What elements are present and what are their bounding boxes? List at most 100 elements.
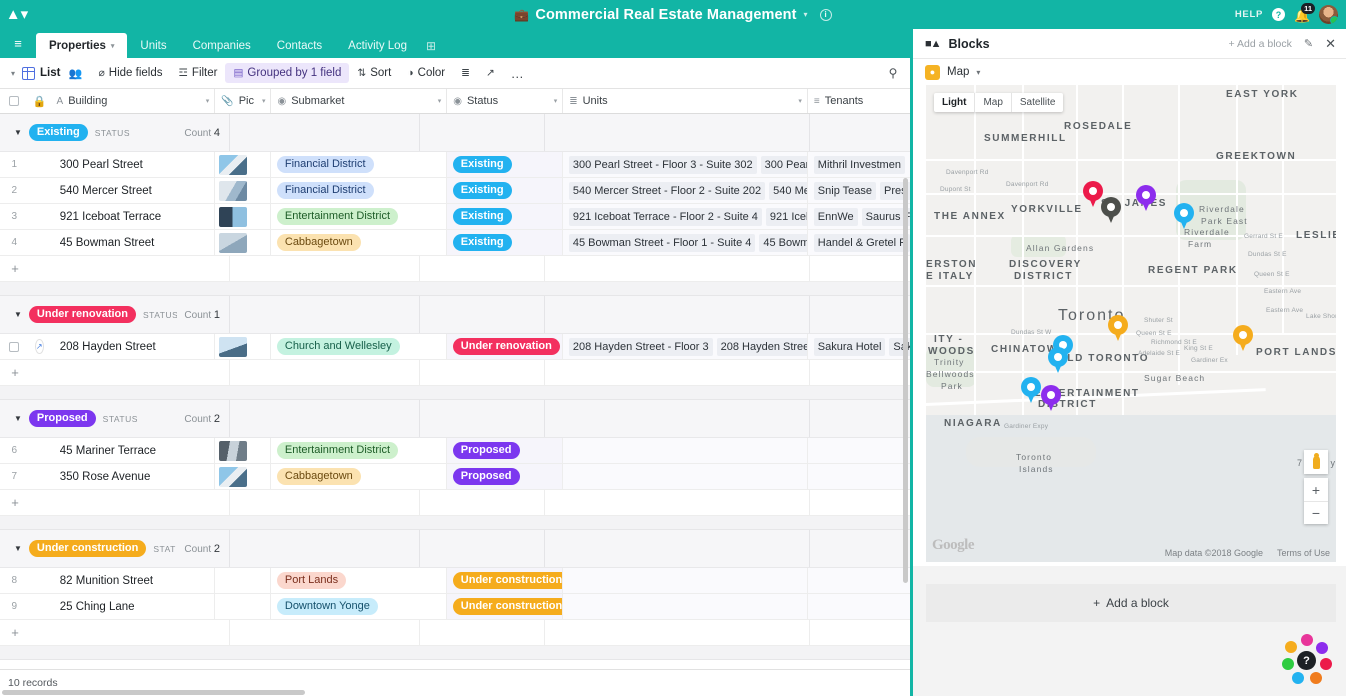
cell-status[interactable]: Proposed	[446, 438, 563, 463]
table-row[interactable]: 6 45 Mariner Terrace Entertainment Distric…	[0, 438, 910, 464]
cell-submarket[interactable]: Downtown Yonge	[271, 594, 447, 619]
cell-building[interactable]: 540 Mercer Street	[50, 178, 215, 203]
table-row[interactable]: 8 82 Munition Street Port Lands Under const…	[0, 568, 910, 594]
terms-of-use-link[interactable]: Terms of Use	[1277, 548, 1330, 558]
unit-chip[interactable]: 45 Bowman Street - Floor 1 - Suite 4	[568, 233, 756, 252]
cell-units[interactable]	[562, 464, 808, 489]
info-icon[interactable]: i	[819, 8, 832, 21]
column-header-units[interactable]: ≣ Units ▾	[563, 89, 808, 113]
unit-chip[interactable]: 921 Iceboat Terrace - Floor 2 - Suite 4	[568, 207, 762, 226]
collapse-sidebar-caret-icon[interactable]: ▾	[6, 69, 22, 78]
cell-building[interactable]: 25 Ching Lane	[50, 594, 215, 619]
cell-building[interactable]: 45 Bowman Street	[50, 230, 215, 255]
column-header-building[interactable]: A Building ▾	[50, 89, 216, 113]
tab-companies[interactable]: Companies	[180, 33, 264, 58]
cell-submarket[interactable]: Financial District	[271, 152, 447, 177]
tenant-chip[interactable]: Handel & Gretel P	[813, 233, 910, 252]
tab-activity-log[interactable]: Activity Log	[335, 33, 420, 58]
thumbnail-image[interactable]	[218, 336, 247, 357]
close-icon[interactable]: ✕	[1325, 36, 1336, 52]
table-row[interactable]: 2 540 Mercer Street Financial District Exis…	[0, 178, 910, 204]
group-collapse-icon[interactable]: ▼	[14, 414, 22, 423]
cell-pic[interactable]	[215, 178, 271, 203]
search-button[interactable]: ⚲	[876, 66, 910, 80]
unit-chip[interactable]: 300 Pearl Street - Floor 3 - Suite 302	[568, 155, 757, 174]
cell-building[interactable]: 208 Hayden Street	[50, 334, 215, 359]
cell-units[interactable]	[562, 594, 808, 619]
table-row[interactable]: ↗ 208 Hayden Street Church and Wellesley Un…	[0, 334, 910, 360]
table-row[interactable]: 9 25 Ching Lane Downtown Yonge Under constr…	[0, 594, 910, 620]
share-view-button[interactable]: ↗	[478, 63, 503, 83]
thumbnail-image[interactable]	[218, 440, 247, 461]
map-type-light[interactable]: Light	[934, 93, 974, 112]
cell-status[interactable]: Under renovation	[446, 334, 563, 359]
thumbnail-image[interactable]	[218, 466, 247, 487]
cell-submarket[interactable]: Cabbagetown	[271, 464, 447, 489]
hide-fields-button[interactable]: ⌀ Hide fields	[90, 63, 170, 83]
chevron-down-icon[interactable]: ▾	[438, 97, 442, 105]
chevron-down-icon[interactable]: ▾	[111, 42, 115, 50]
tab-contacts[interactable]: Contacts	[264, 33, 335, 58]
cell-units[interactable]: 300 Pearl Street - Floor 3 - Suite 302 30…	[562, 152, 808, 177]
select-all-checkbox[interactable]	[0, 89, 29, 113]
unit-chip[interactable]: 45 Bowman S	[759, 233, 807, 252]
cell-submarket[interactable]: Financial District	[271, 178, 447, 203]
cell-pic[interactable]	[215, 594, 271, 619]
tab-properties[interactable]: Properties ▾	[36, 33, 128, 58]
unit-chip[interactable]: 300 Pearl Str	[760, 155, 807, 174]
cell-status[interactable]: Existing	[446, 230, 563, 255]
cell-tenants[interactable]: Handel & Gretel P	[807, 230, 910, 255]
unit-chip[interactable]: 540 Mercer Street - Floor 2 - Suite 202	[568, 181, 766, 200]
cell-pic[interactable]	[215, 568, 271, 593]
map-type-map[interactable]: Map	[974, 93, 1010, 112]
map-pin[interactable]	[1233, 325, 1253, 352]
unit-chip[interactable]: 208 Hayden Street - F	[716, 337, 807, 356]
street-view-pegman[interactable]	[1304, 450, 1328, 474]
table-row[interactable]: 4 45 Bowman Street Cabbagetown Existing 45 B…	[0, 230, 910, 256]
cell-building[interactable]: 82 Munition Street	[50, 568, 215, 593]
table-row[interactable]: 1 300 Pearl Street Financial District Exist…	[0, 152, 910, 178]
view-switcher[interactable]: List 👥	[22, 66, 88, 80]
thumbnail-image[interactable]	[218, 180, 247, 201]
column-header-tenants[interactable]: ≡ Tenants	[807, 89, 910, 113]
cell-tenants[interactable]	[807, 464, 910, 489]
add-table-button[interactable]: ⊞	[420, 33, 442, 58]
chevron-down-icon[interactable]: ▾	[976, 68, 980, 77]
base-caret-icon[interactable]: ▾	[804, 10, 808, 19]
cell-submarket[interactable]: Entertainment District	[271, 204, 447, 229]
group-collapse-icon[interactable]: ▼	[14, 544, 22, 553]
sidebar-toggle-button[interactable]: ≡	[0, 29, 36, 58]
row-height-button[interactable]: ≣	[453, 63, 478, 83]
color-button[interactable]: ◑ Color	[399, 63, 453, 83]
cell-status[interactable]: Proposed	[446, 464, 563, 489]
map-pin[interactable]	[1101, 197, 1121, 224]
table-row[interactable]: 7 350 Rose Avenue Cabbagetown Proposed	[0, 464, 910, 490]
cell-units[interactable]: 208 Hayden Street - Floor 3 208 Hayden St…	[562, 334, 808, 359]
chevron-down-icon[interactable]: ▾	[798, 97, 802, 105]
cell-tenants[interactable]	[807, 594, 910, 619]
cell-tenants[interactable]: Snip Tease Pres	[807, 178, 910, 203]
table-row[interactable]: 3 921 Iceboat Terrace Entertainment Distri…	[0, 204, 910, 230]
add-record-row[interactable]: +	[0, 620, 910, 646]
vertical-scrollbar[interactable]	[903, 178, 908, 583]
cell-units[interactable]: 540 Mercer Street - Floor 2 - Suite 202 5…	[562, 178, 808, 203]
cell-pic[interactable]	[215, 230, 271, 255]
tenant-chip[interactable]: Mithril Investmen	[813, 155, 905, 174]
tenant-chip[interactable]: Snip Tease	[813, 181, 877, 200]
zoom-in-button[interactable]: +	[1304, 478, 1328, 501]
cell-building[interactable]: 350 Rose Avenue	[50, 464, 215, 489]
map-pin[interactable]	[1041, 385, 1061, 412]
horizontal-scrollbar[interactable]	[2, 690, 305, 695]
map-pin[interactable]	[1083, 181, 1103, 208]
map-pin[interactable]	[1108, 315, 1128, 342]
cell-submarket[interactable]: Church and Wellesley	[271, 334, 447, 359]
cell-units[interactable]: 921 Iceboat Terrace - Floor 2 - Suite 49…	[562, 204, 808, 229]
map-canvas[interactable]: EAST YORK ROSEDALE SUMMERHILL GREEKTOWN THE …	[926, 85, 1336, 562]
thumbnail-image[interactable]	[218, 206, 247, 227]
sort-button[interactable]: ⇅ Sort	[349, 63, 399, 83]
thumbnail-image[interactable]	[218, 154, 247, 175]
cell-tenants[interactable]	[807, 438, 910, 463]
chevron-down-icon[interactable]: ▾	[554, 97, 558, 105]
group-collapse-icon[interactable]: ▼	[14, 310, 22, 319]
expand-record-button[interactable]: ↗	[29, 334, 50, 359]
